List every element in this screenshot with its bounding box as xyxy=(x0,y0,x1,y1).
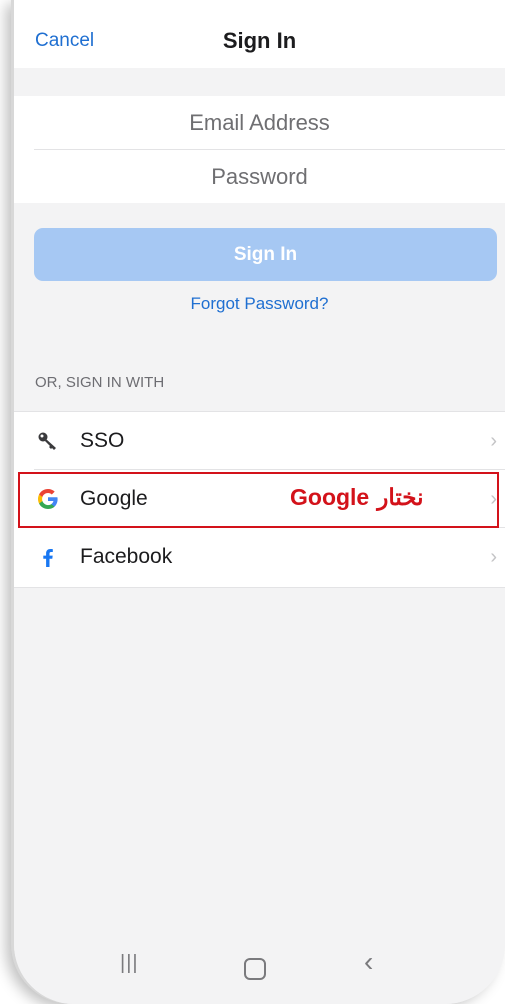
nav-header: Cancel Sign In xyxy=(14,0,505,68)
sign-in-button[interactable]: Sign In xyxy=(34,228,497,281)
provider-sso[interactable]: SSO › xyxy=(14,412,505,470)
provider-label: SSO xyxy=(80,429,125,452)
provider-label: Facebook xyxy=(80,545,173,568)
phone-screen: Cancel Sign In Email Address Password Si… xyxy=(14,0,505,1004)
facebook-icon xyxy=(34,543,62,571)
key-icon xyxy=(34,427,62,455)
page-title: Sign In xyxy=(222,28,297,53)
login-form: Email Address Password xyxy=(14,96,505,203)
chevron-right-icon: › xyxy=(490,430,497,452)
chevron-right-icon: › xyxy=(490,546,497,568)
recent-apps-icon[interactable]: ||| xyxy=(120,952,139,975)
alt-signin-label: OR, SIGN IN WITH xyxy=(35,374,165,391)
provider-google[interactable]: Google Google نختار › xyxy=(14,470,505,528)
email-field[interactable]: Email Address xyxy=(14,96,505,149)
provider-facebook[interactable]: Facebook › xyxy=(14,528,505,586)
annotation-highlight-box xyxy=(18,472,499,528)
forgot-password-link[interactable]: Forgot Password? xyxy=(14,294,505,314)
back-icon[interactable]: ‹ xyxy=(364,946,373,978)
provider-list: SSO › Google Google نختار › Facebook › xyxy=(14,411,505,588)
password-field[interactable]: Password xyxy=(14,150,505,203)
system-nav-bar: ||| ‹ xyxy=(14,934,505,1004)
home-icon[interactable] xyxy=(244,958,266,980)
